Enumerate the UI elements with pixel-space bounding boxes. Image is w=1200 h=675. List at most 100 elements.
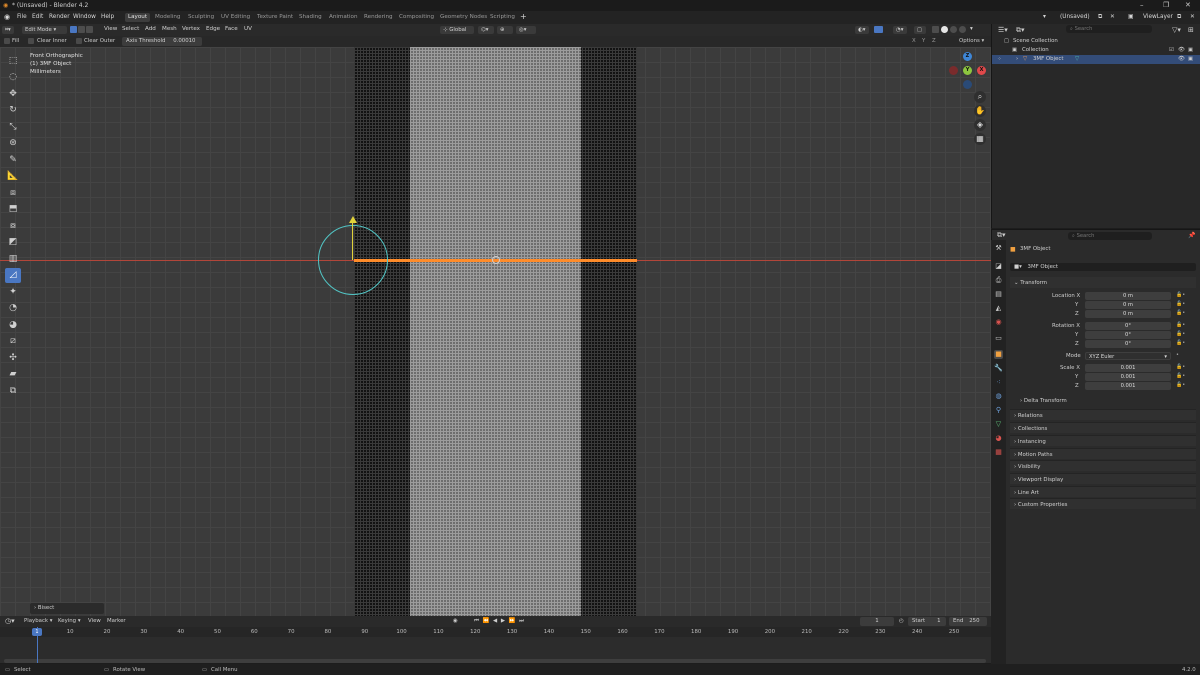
viewport-display-panel-header[interactable]: › Viewport Display — [1010, 473, 1196, 484]
outliner-editor-icon[interactable]: ☰▾ — [998, 26, 1008, 34]
auto-key-icon[interactable]: ◉ — [453, 618, 458, 624]
playback-controls-icon[interactable]: ⏮ ⏪ ◀ ▶ ⏩ ⏭ — [474, 618, 525, 625]
add-workspace-icon[interactable]: + — [520, 12, 527, 21]
timeline-ruler[interactable]: 1102030405060708090100110120130140150160… — [0, 627, 991, 637]
mode-dropdown[interactable]: Edit Mode ▾ — [22, 26, 67, 34]
camera-view-icon[interactable]: ◈ — [974, 119, 986, 131]
menu-help[interactable]: Help — [101, 14, 114, 20]
collection-render-icon[interactable]: ▣ — [1188, 47, 1193, 53]
start-frame-field[interactable]: Start 1 — [908, 617, 946, 626]
annotate-icon[interactable]: ✎ — [5, 152, 21, 167]
xray-icon[interactable]: ▢ — [914, 26, 926, 34]
collection-tab-icon[interactable]: ▭ — [994, 334, 1003, 343]
filter-icon[interactable]: ▽▾ — [1172, 26, 1181, 34]
location-z-lock-icon[interactable]: 🔓• — [1176, 310, 1185, 316]
delta-transform-header[interactable]: › Delta Transform — [1020, 398, 1067, 404]
scale-x-lock-icon[interactable]: 🔓• — [1176, 364, 1185, 370]
menu-playback[interactable]: Playback ▾ — [24, 618, 52, 624]
scale-y-lock-icon[interactable]: 🔓• — [1176, 373, 1185, 379]
menu-uv[interactable]: UV — [244, 26, 252, 32]
object-render-icon[interactable]: ▣ — [1188, 56, 1193, 62]
outliner-search-input[interactable]: ⌕ Search — [1066, 25, 1152, 33]
tab-shading[interactable]: Shading — [296, 13, 325, 22]
scene-tab-icon[interactable]: ◭ — [994, 304, 1003, 313]
cursor-icon[interactable]: ◌ — [5, 70, 21, 85]
world-tab-icon[interactable]: ◉ — [994, 318, 1003, 327]
timeline-editor-icon[interactable]: ◷▾ — [5, 617, 15, 625]
tool-tab-icon[interactable]: ⚒ — [994, 244, 1003, 253]
scene-icon[interactable]: ▾ — [1043, 14, 1046, 20]
mirror-y-toggle[interactable]: Y — [922, 38, 925, 44]
object-visibility-icon[interactable]: 👁 — [1178, 56, 1185, 62]
current-frame-field[interactable]: 1 — [860, 617, 894, 626]
tab-rendering[interactable]: Rendering — [361, 13, 396, 22]
knife-bisect-icon[interactable]: ◿ — [5, 267, 21, 283]
bisect-gizmo-arrow-icon[interactable] — [349, 216, 357, 223]
poly-build-icon[interactable]: ✦ — [5, 284, 21, 299]
maximize-icon[interactable]: ❐ — [1163, 1, 1169, 9]
location-y-field[interactable]: 0 m — [1085, 301, 1171, 309]
view-layer-copy-icon[interactable]: ⧉ — [1177, 14, 1181, 21]
menu-edit[interactable]: Edit — [32, 14, 43, 20]
location-y-lock-icon[interactable]: 🔓• — [1176, 301, 1185, 307]
relations-panel-header[interactable]: › Relations — [1010, 409, 1196, 420]
timeline-scrollbar[interactable] — [4, 659, 986, 663]
shrink-fatten-icon[interactable]: ✣ — [5, 350, 21, 365]
editor-type-icon[interactable]: ⌗▾ — [2, 26, 14, 34]
rotation-x-lock-icon[interactable]: 🔓• — [1176, 322, 1185, 328]
pin-icon[interactable]: 📌 — [1188, 232, 1195, 239]
new-collection-icon[interactable]: ⊞ — [1188, 26, 1194, 34]
end-frame-field[interactable]: End 250 — [949, 617, 987, 626]
visibility-icon[interactable]: ◐▾ — [855, 26, 869, 34]
rotation-z-lock-icon[interactable]: 🔓• — [1176, 340, 1185, 346]
outliner-row-collection[interactable]: ▣ Collection ☑ 👁 ▣ — [992, 46, 1200, 55]
physics-tab-icon[interactable]: ◍ — [994, 392, 1003, 401]
loop-cut-icon[interactable]: ▥ — [5, 251, 21, 266]
view-layer-name[interactable]: ViewLayer — [1143, 14, 1173, 20]
axis-threshold-field[interactable]: Axis Threshold 0.00010 — [122, 37, 202, 46]
properties-editor-icon[interactable]: ⧉▾ — [997, 231, 1006, 240]
inset-icon[interactable]: ⧇ — [5, 218, 21, 233]
smooth-icon[interactable]: ◕ — [5, 317, 21, 332]
mesh-data-icon[interactable]: ▽ — [1075, 56, 1079, 62]
collection-visibility-icon[interactable]: 👁 — [1178, 47, 1185, 53]
view-layer-tab-icon[interactable]: ▤ — [994, 290, 1003, 299]
menu-mesh[interactable]: Mesh — [162, 26, 177, 32]
visibility-panel-header[interactable]: › Visibility — [1010, 460, 1196, 471]
display-mode-icon[interactable]: ⧉▾ — [1016, 26, 1025, 35]
operator-panel[interactable]: › Bisect — [30, 603, 104, 614]
menu-marker[interactable]: Marker — [107, 618, 126, 624]
extrude-icon[interactable]: ⬒ — [5, 202, 21, 217]
particles-tab-icon[interactable]: ⁖ — [994, 378, 1003, 387]
fill-checkbox[interactable] — [4, 38, 10, 44]
constraints-tab-icon[interactable]: ⚲ — [994, 406, 1003, 415]
menu-keying[interactable]: Keying ▾ — [58, 618, 81, 624]
select-box-icon[interactable]: ⬚ — [5, 53, 21, 68]
spin-icon[interactable]: ◔ — [5, 301, 21, 316]
shear-icon[interactable]: ▰ — [5, 367, 21, 382]
nav-x-axis[interactable]: X — [977, 66, 986, 75]
rotation-y-field[interactable]: 0° — [1085, 331, 1171, 339]
scene-copy-icon[interactable]: ⧉ — [1098, 14, 1102, 21]
expand-chevron-icon[interactable]: › — [1016, 56, 1018, 62]
rendered-shading-icon[interactable] — [959, 26, 966, 33]
texture-tab-icon[interactable]: ▦ — [994, 448, 1003, 457]
bisect-gizmo-axis[interactable] — [352, 222, 353, 260]
nav-neg-z-axis[interactable] — [963, 80, 972, 89]
tab-modeling[interactable]: Modeling — [152, 13, 183, 22]
zoom-icon[interactable]: ⌕ — [974, 91, 986, 103]
outliner-row-object[interactable]: ⁘ › ▽ 3MF Object ▽ 👁 ▣ — [992, 55, 1200, 64]
menu-view[interactable]: View — [104, 26, 117, 32]
location-z-field[interactable]: 0 m — [1085, 310, 1171, 318]
location-x-lock-icon[interactable]: 🔓• — [1176, 292, 1185, 298]
ortho-grid-icon[interactable]: ▦ — [974, 133, 986, 145]
scale-z-field[interactable]: 0.001 — [1085, 382, 1171, 390]
outliner-row-scene-collection[interactable]: ▢ Scene Collection — [992, 37, 1200, 46]
output-tab-icon[interactable]: ⎙ — [994, 276, 1003, 285]
nav-z-axis[interactable]: Z — [963, 52, 972, 61]
instancing-panel-header[interactable]: › Instancing — [1010, 435, 1196, 446]
scale-z-lock-icon[interactable]: 🔓• — [1176, 382, 1185, 388]
playhead-frame-badge[interactable]: 1 — [32, 628, 42, 636]
menu-timeline-view[interactable]: View — [88, 618, 101, 624]
view-layer-icon[interactable]: ▣ — [1128, 14, 1133, 20]
